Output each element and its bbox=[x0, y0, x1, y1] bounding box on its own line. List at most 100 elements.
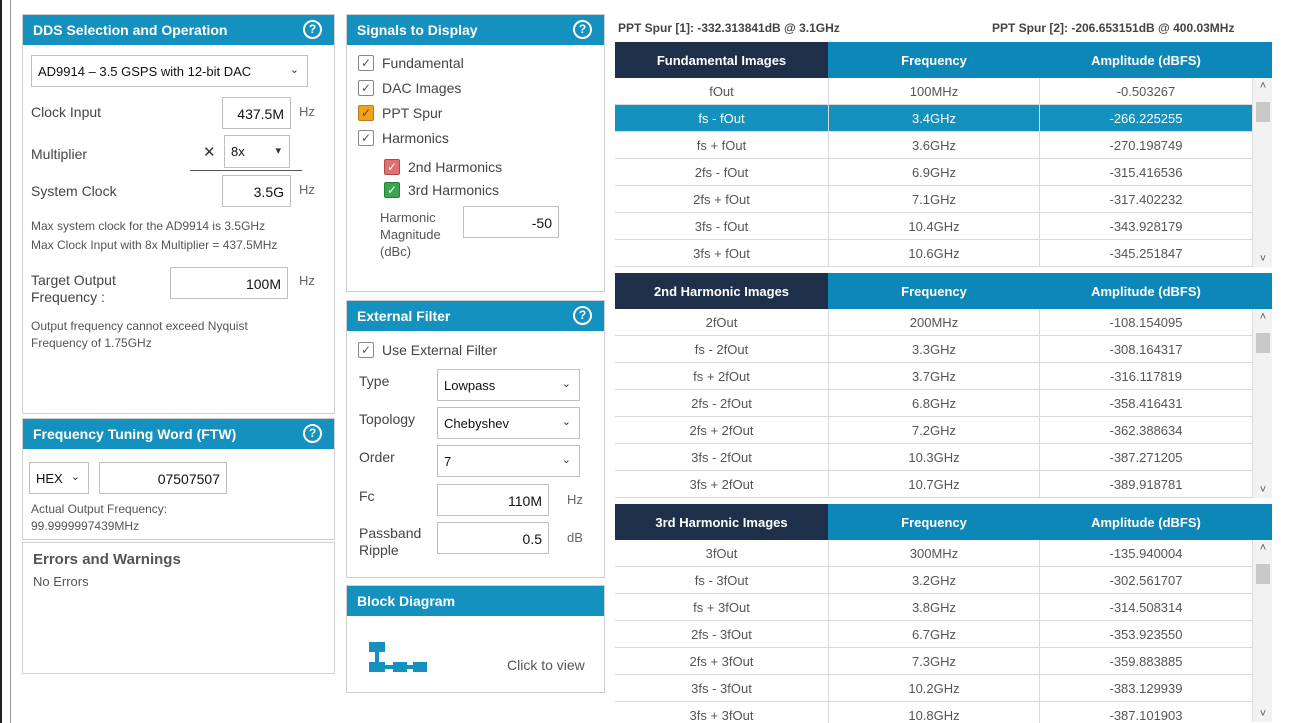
image-cell: fs + fOut bbox=[696, 137, 747, 153]
table-header: Fundamental Images Frequency Amplitude (… bbox=[615, 42, 1272, 78]
ppt-spur-checkbox[interactable]: ✓ PPT Spur bbox=[358, 105, 442, 121]
chevron-down-icon: ⌄ bbox=[561, 416, 571, 428]
table-row[interactable]: 3fs - 2fOut 10.3GHz -387.271205 bbox=[615, 444, 1272, 471]
table-row[interactable]: fs + fOut 3.6GHz -270.198749 bbox=[615, 132, 1272, 159]
ppt-spur-1-text: PPT Spur [1]: -332.313841dB @ 3.1GHz bbox=[618, 21, 840, 35]
table-row[interactable]: 3fs + 2fOut 10.7GHz -389.918781 bbox=[615, 471, 1272, 498]
table-row[interactable]: 2fOut 200MHz -108.154095 bbox=[615, 309, 1272, 336]
max-clock-input-note: Max Clock Input with 8x Multiplier = 437… bbox=[31, 238, 278, 252]
scroll-up-icon[interactable]: ˄ bbox=[1253, 80, 1273, 92]
type-select[interactable]: Lowpass ⌄ bbox=[437, 369, 580, 401]
scroll-up-icon[interactable]: ˄ bbox=[1253, 311, 1273, 323]
table-row[interactable]: 3fs - fOut 10.4GHz -343.928179 bbox=[615, 213, 1272, 240]
table-row[interactable]: fs + 2fOut 3.7GHz -316.117819 bbox=[615, 363, 1272, 390]
help-icon[interactable]: ? bbox=[573, 20, 592, 39]
passband-ripple-label-2: Ripple bbox=[359, 542, 399, 558]
topology-select[interactable]: Chebyshev ⌄ bbox=[437, 407, 580, 439]
use-external-filter-checkbox[interactable]: ✓ Use External Filter bbox=[358, 342, 497, 358]
table-row[interactable]: 2fs + fOut 7.1GHz -317.402232 bbox=[615, 186, 1272, 213]
image-cell: 3fs - 3fOut bbox=[691, 680, 752, 696]
order-select[interactable]: 7 ⌄ bbox=[437, 445, 580, 477]
frequency-cell: 10.8GHz bbox=[828, 702, 1040, 723]
harmonic-magnitude-field[interactable]: -50 bbox=[463, 206, 559, 238]
scroll-up-icon[interactable]: ˄ bbox=[1253, 542, 1273, 554]
system-clock-field[interactable]: 3.5G bbox=[222, 175, 291, 207]
amplitude-cell: -383.129939 bbox=[1109, 680, 1183, 696]
image-cell: 2fs - fOut bbox=[694, 164, 749, 180]
image-cell: 2fs + 2fOut bbox=[689, 422, 754, 438]
fundamental-checkbox[interactable]: ✓ Fundamental bbox=[358, 55, 464, 71]
header-scroll-spacer bbox=[1252, 42, 1272, 78]
dac-images-checkbox[interactable]: ✓ DAC Images bbox=[358, 80, 461, 96]
multiplier-label: Multiplier bbox=[31, 146, 88, 162]
image-cell: 3fs + 2fOut bbox=[689, 476, 754, 492]
table-row[interactable]: 2fs + 2fOut 7.2GHz -362.388634 bbox=[615, 417, 1272, 444]
frequency-cell: 10.6GHz bbox=[828, 240, 1040, 266]
fc-field[interactable]: 110M bbox=[437, 484, 549, 516]
click-to-view-link[interactable]: Click to view bbox=[507, 657, 585, 673]
table-scrollbar[interactable]: ˄ ˅ bbox=[1252, 540, 1272, 722]
table-row[interactable]: 2fs - 3fOut 6.7GHz -353.923550 bbox=[615, 621, 1272, 648]
amplitude-cell: -345.251847 bbox=[1109, 245, 1183, 261]
block-diagram-icon[interactable] bbox=[367, 640, 429, 674]
order-select-value: 7 bbox=[444, 454, 452, 469]
table-row[interactable]: 3fs + fOut 10.6GHz -345.251847 bbox=[615, 240, 1272, 267]
ftw-format-value: HEX bbox=[36, 471, 63, 486]
table-row[interactable]: 2fs + 3fOut 7.3GHz -359.883885 bbox=[615, 648, 1272, 675]
multiplier-select[interactable]: 8x ▾ bbox=[224, 135, 290, 168]
scroll-down-icon[interactable]: ˅ bbox=[1253, 708, 1273, 720]
column-header-amplitude: Amplitude (dBFS) bbox=[1091, 514, 1201, 530]
harmonics-checkbox[interactable]: ✓ Harmonics bbox=[358, 130, 449, 146]
type-label: Type bbox=[359, 373, 390, 389]
table-scrollbar[interactable]: ˄ ˅ bbox=[1252, 78, 1272, 267]
passband-ripple-field[interactable]: 0.5 bbox=[437, 522, 549, 554]
3rd-harmonics-checkbox[interactable]: ✓ 3rd Harmonics bbox=[384, 182, 499, 198]
column-header-amplitude: Amplitude (dBFS) bbox=[1091, 283, 1201, 299]
column-header-amplitude: Amplitude (dBFS) bbox=[1091, 52, 1201, 68]
table-row[interactable]: 2fs - 2fOut 6.8GHz -358.416431 bbox=[615, 390, 1272, 417]
table-row[interactable]: 3fOut 300MHz -135.940004 bbox=[615, 540, 1272, 567]
frequency-cell: 3.8GHz bbox=[828, 594, 1040, 620]
scroll-thumb[interactable] bbox=[1256, 333, 1270, 353]
chevron-down-icon: ⌄ bbox=[289, 64, 299, 76]
help-icon[interactable]: ? bbox=[303, 424, 322, 443]
scroll-thumb[interactable] bbox=[1256, 102, 1270, 122]
table-row[interactable]: 3fs + 3fOut 10.8GHz -387.101903 bbox=[615, 702, 1272, 723]
table-row[interactable]: 2fs - fOut 6.9GHz -315.416536 bbox=[615, 159, 1272, 186]
chevron-down-icon: ⌄ bbox=[70, 471, 80, 483]
table-row[interactable]: fs - fOut 3.4GHz -266.225255 bbox=[615, 105, 1272, 132]
table-row[interactable]: fs + 3fOut 3.8GHz -314.508314 bbox=[615, 594, 1272, 621]
2nd-harmonics-checkbox[interactable]: ✓ 2nd Harmonics bbox=[384, 159, 502, 175]
amplitude-cell: -135.940004 bbox=[1109, 545, 1183, 561]
image-cell: fs - fOut bbox=[615, 105, 828, 131]
scroll-down-icon[interactable]: ˅ bbox=[1253, 253, 1273, 265]
table-scrollbar[interactable]: ˄ ˅ bbox=[1252, 309, 1272, 498]
block-diagram-panel[interactable]: Block Diagram Click to view bbox=[346, 585, 605, 693]
type-select-value: Lowpass bbox=[444, 378, 496, 393]
ftw-format-select[interactable]: HEX ⌄ bbox=[29, 462, 89, 494]
table-row[interactable]: 3fs - 3fOut 10.2GHz -383.129939 bbox=[615, 675, 1272, 702]
image-cell: fs - 3fOut bbox=[694, 572, 749, 588]
device-select[interactable]: AD9914 – 3.5 GSPS with 12-bit DAC ⌄ bbox=[31, 55, 308, 87]
help-icon[interactable]: ? bbox=[573, 306, 592, 325]
filter-panel-header: External Filter ? bbox=[347, 301, 604, 331]
scroll-thumb[interactable] bbox=[1256, 564, 1270, 584]
device-select-value: AD9914 – 3.5 GSPS with 12-bit DAC bbox=[38, 64, 252, 79]
clock-input-field[interactable]: 437.5M bbox=[222, 97, 291, 129]
ppt-spur-label: PPT Spur bbox=[382, 105, 443, 121]
help-icon[interactable]: ? bbox=[303, 20, 322, 39]
scroll-down-icon[interactable]: ˅ bbox=[1253, 484, 1273, 496]
table-row[interactable]: fs - 2fOut 3.3GHz -308.164317 bbox=[615, 336, 1272, 363]
target-output-field[interactable]: 100M bbox=[170, 267, 288, 299]
ftw-panel-title: Frequency Tuning Word (FTW) bbox=[33, 426, 237, 442]
target-output-label-2: Frequency : bbox=[31, 289, 105, 305]
topology-select-value: Chebyshev bbox=[444, 416, 510, 431]
table-row[interactable]: fOut 100MHz -0.503267 bbox=[615, 78, 1272, 105]
chevron-down-icon: ⌄ bbox=[561, 454, 571, 466]
block-diagram-title: Block Diagram bbox=[357, 593, 456, 609]
chevron-down-icon: ⌄ bbox=[561, 378, 571, 390]
table-row[interactable]: fs - 3fOut 3.2GHz -302.561707 bbox=[615, 567, 1272, 594]
amplitude-cell: -317.402232 bbox=[1109, 191, 1183, 207]
ftw-value-field[interactable]: 07507507 bbox=[99, 462, 227, 494]
harmonic-magnitude-label-1: Harmonic bbox=[380, 210, 436, 225]
